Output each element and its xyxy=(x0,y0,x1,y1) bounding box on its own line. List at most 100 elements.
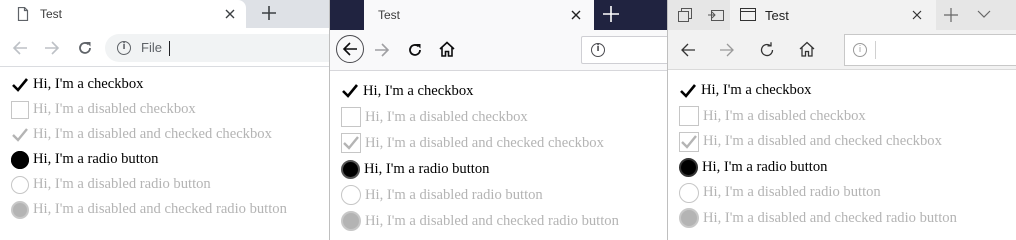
chrome-toolbar: i File xyxy=(0,28,329,67)
form-content: Hi, I'm a checkbox Hi, I'm a disabled ch… xyxy=(0,72,329,222)
disabled-checked-checkbox-row: Hi, I'm a disabled and checked checkbox xyxy=(330,130,667,156)
disabled-radio-label: Hi, I'm a disabled radio button xyxy=(33,176,211,192)
new-tab-icon[interactable] xyxy=(944,8,958,22)
firefox-tab-test[interactable]: Test xyxy=(364,0,594,30)
disabled-checkbox-row: Hi, I'm a disabled checkbox xyxy=(668,104,1016,130)
checkbox-row[interactable]: Hi, I'm a checkbox xyxy=(0,72,329,97)
radio-disabled-checked xyxy=(679,208,699,229)
disabled-checkbox-row: Hi, I'm a disabled checkbox xyxy=(0,97,329,122)
edge-tab-strip: Test xyxy=(668,0,1016,30)
chrome-tab-test[interactable]: Test xyxy=(0,0,246,28)
checkbox-disabled xyxy=(679,106,699,127)
firefox-window: Test i Hi, I'm a checkbox Hi, I'm a disa… xyxy=(329,0,667,240)
disabled-radio-row: Hi, I'm a disabled radio button xyxy=(330,182,667,208)
radio-label: Hi, I'm a radio button xyxy=(33,151,159,167)
forward-icon[interactable] xyxy=(719,42,735,58)
text-cursor xyxy=(169,41,170,56)
tab-preview-icon[interactable] xyxy=(678,8,692,22)
radio-row[interactable]: Hi, I'm a radio button xyxy=(330,156,667,182)
disabled-checked-radio-label: Hi, I'm a disabled and checked radio but… xyxy=(33,201,287,217)
edge-window: Test i Hi, I'm a checkbox Hi, I'm a disa… xyxy=(667,0,1016,240)
chrome-window: Test i File Hi, I'm a checkbox Hi, I'm a… xyxy=(0,0,329,240)
checkbox-checked[interactable] xyxy=(679,82,697,100)
checkbox-row[interactable]: Hi, I'm a checkbox xyxy=(668,78,1016,104)
tab-title: Test xyxy=(40,7,63,21)
disabled-checked-checkbox-label: Hi, I'm a disabled and checked checkbox xyxy=(365,134,604,151)
forward-icon[interactable] xyxy=(374,42,390,58)
set-aside-tabs-icon[interactable] xyxy=(708,8,724,22)
form-content: Hi, I'm a checkbox Hi, I'm a disabled ch… xyxy=(330,78,667,234)
back-icon[interactable] xyxy=(12,40,28,56)
checkbox-label: Hi, I'm a checkbox xyxy=(701,82,812,99)
disabled-checkbox-label: Hi, I'm a disabled checkbox xyxy=(365,108,528,125)
info-icon[interactable]: i xyxy=(853,43,867,57)
new-tab-icon[interactable] xyxy=(603,6,619,22)
close-icon[interactable] xyxy=(912,10,922,20)
radio-checked[interactable] xyxy=(679,157,698,177)
radio-disabled xyxy=(11,175,29,194)
checkbox-disabled-checked xyxy=(11,126,29,144)
checkbox-disabled xyxy=(11,100,29,119)
disabled-checkbox-row: Hi, I'm a disabled checkbox xyxy=(330,104,667,130)
disabled-checked-checkbox-row: Hi, I'm a disabled and checked checkbox xyxy=(0,122,329,147)
address-bar[interactable]: i xyxy=(844,34,1016,66)
radio-row[interactable]: Hi, I'm a radio button xyxy=(668,155,1016,181)
reload-icon[interactable] xyxy=(759,42,775,58)
radio-disabled xyxy=(341,185,361,205)
reload-icon[interactable] xyxy=(407,42,423,58)
disabled-radio-row: Hi, I'm a disabled radio button xyxy=(668,180,1016,206)
url-bar[interactable]: i xyxy=(581,36,667,64)
info-icon-glyph: i xyxy=(596,44,600,54)
disabled-checked-checkbox-label: Hi, I'm a disabled and checked checkbox xyxy=(703,133,942,150)
checkbox-checked[interactable] xyxy=(11,76,29,94)
info-icon-glyph: i xyxy=(122,42,126,52)
back-icon[interactable] xyxy=(336,35,364,63)
disabled-checked-radio-row: Hi, I'm a disabled and checked radio but… xyxy=(668,206,1016,232)
tab-title: Test xyxy=(378,8,401,22)
info-icon[interactable]: i xyxy=(591,43,605,57)
edge-tab-test[interactable]: Test xyxy=(730,0,936,30)
radio-label: Hi, I'm a radio button xyxy=(702,158,828,175)
form-content: Hi, I'm a checkbox Hi, I'm a disabled ch… xyxy=(668,78,1016,231)
home-icon[interactable] xyxy=(439,41,455,57)
chevron-down-icon[interactable] xyxy=(977,10,991,19)
checkbox-checked[interactable] xyxy=(341,82,359,100)
omnibox[interactable]: i File xyxy=(105,34,329,62)
page-icon xyxy=(740,8,756,21)
disabled-checked-radio-label: Hi, I'm a disabled and checked radio but… xyxy=(703,209,957,226)
disabled-radio-row: Hi, I'm a disabled radio button xyxy=(0,172,329,197)
home-icon[interactable] xyxy=(799,41,815,57)
radio-disabled-checked xyxy=(341,211,361,231)
checkbox-row[interactable]: Hi, I'm a checkbox xyxy=(330,78,667,104)
checkbox-label: Hi, I'm a checkbox xyxy=(363,82,474,99)
radio-disabled xyxy=(679,182,699,203)
radio-row[interactable]: Hi, I'm a radio button xyxy=(0,147,329,172)
new-tab-icon[interactable] xyxy=(262,6,276,20)
forward-icon[interactable] xyxy=(44,40,60,56)
close-icon[interactable] xyxy=(225,9,235,19)
disabled-radio-label: Hi, I'm a disabled radio button xyxy=(703,184,881,201)
tab-title: Test xyxy=(765,7,789,23)
checkbox-disabled-checked xyxy=(679,131,699,152)
disabled-checkbox-label: Hi, I'm a disabled checkbox xyxy=(703,107,866,124)
checkbox-disabled-checked xyxy=(341,133,361,153)
checkbox-disabled xyxy=(341,107,361,127)
info-icon[interactable]: i xyxy=(117,41,131,55)
radio-disabled-checked xyxy=(11,200,29,219)
radio-checked[interactable] xyxy=(341,159,360,179)
reload-icon[interactable] xyxy=(77,40,93,56)
disabled-checked-radio-label: Hi, I'm a disabled and checked radio but… xyxy=(365,212,619,229)
radio-checked[interactable] xyxy=(11,150,29,169)
close-icon[interactable] xyxy=(571,10,581,20)
disabled-checked-checkbox-row: Hi, I'm a disabled and checked checkbox xyxy=(668,129,1016,155)
firefox-toolbar: i xyxy=(330,30,667,71)
disabled-checked-radio-row: Hi, I'm a disabled and checked radio but… xyxy=(330,208,667,234)
back-icon[interactable] xyxy=(680,42,696,58)
chrome-tab-strip: Test xyxy=(0,0,329,28)
info-icon-glyph: i xyxy=(858,45,862,55)
disabled-checked-radio-row: Hi, I'm a disabled and checked radio but… xyxy=(0,197,329,222)
page-icon xyxy=(17,7,29,21)
checkbox-label: Hi, I'm a checkbox xyxy=(33,76,144,92)
disabled-checkbox-label: Hi, I'm a disabled checkbox xyxy=(33,101,196,117)
address-divider xyxy=(875,41,876,59)
